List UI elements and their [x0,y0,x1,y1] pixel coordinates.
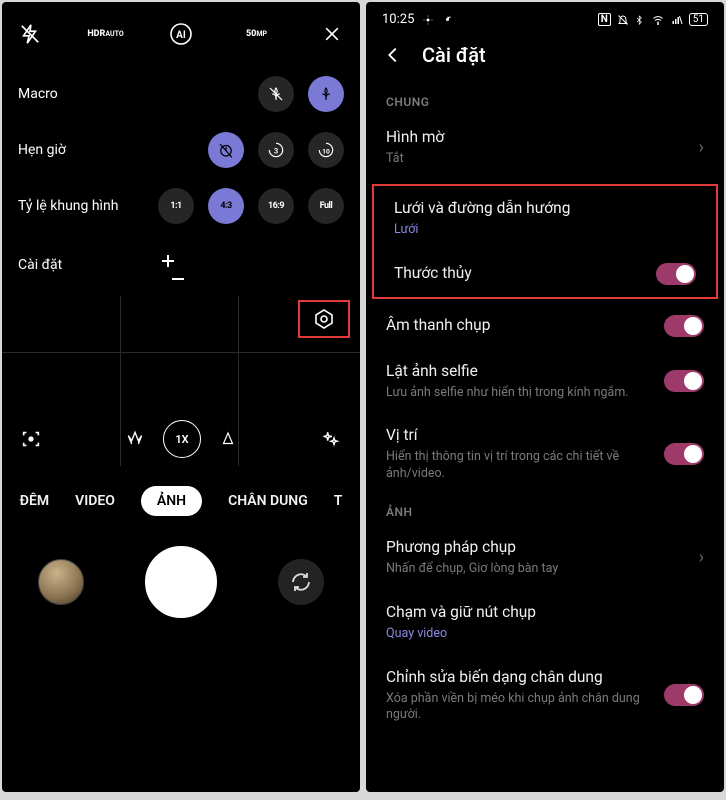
svg-text:AI: AI [176,30,186,41]
nfc-icon: N [598,13,611,26]
camera-top-toolbar: HDR AUTO AI 50 MP [2,2,360,66]
setting-mirror-sub: Lưu ảnh selfie như hiển thị trong kính n… [386,385,656,402]
bluetooth-icon [635,14,645,26]
svg-text:10: 10 [322,147,330,155]
setting-hold-shutter-sub: Quay video [386,626,696,643]
aspect-16-9-icon[interactable]: 16:9 [258,188,294,224]
setting-distortion-sub: Xóa phần viền bị méo khi chụp ảnh chân d… [386,691,656,725]
setting-capture-method-title: Phương pháp chụp [386,537,691,558]
setting-capture-method[interactable]: Phương pháp chụp Nhấn để chụp, Giơ lòng … [366,525,724,590]
zoom-tele-icon[interactable] [219,429,237,449]
ai-icon[interactable]: AI [167,20,195,48]
shutter-row [2,530,360,642]
toggle-distortion[interactable] [664,684,704,706]
gallery-thumbnail[interactable] [38,559,84,605]
wifi-icon [651,14,665,26]
flash-off-icon[interactable] [16,20,44,48]
zoom-1x-button[interactable]: 1X [163,420,201,458]
option-aspect-label: Tỷ lệ khung hình [18,198,158,214]
zoom-wide-icon[interactable] [125,429,145,449]
setting-grid[interactable]: Lưới và đường dẫn hướng Lưới [374,186,716,251]
settings-header: Cài đặt [366,33,724,85]
zoom-bar: 1X [2,420,360,458]
setting-level[interactable]: Thước thủy [374,251,716,297]
setting-shutter-sound[interactable]: Âm thanh chụp [366,303,724,349]
status-time: 10:25 [382,12,414,27]
camera-app-screen: HDR AUTO AI 50 MP Macro [2,2,360,792]
svg-text:3: 3 [274,146,278,155]
setting-watermark[interactable]: Hình mờ Tắt › [366,115,724,180]
setting-location-title: Vị trí [386,425,656,446]
camera-options-panel: Macro Hẹn giờ 3 10 [2,66,360,296]
timer-off-icon[interactable] [208,132,244,168]
macro-off-icon[interactable] [258,76,294,112]
setting-mirror-selfie[interactable]: Lật ảnh selfie Lưu ảnh selfie như hiển t… [366,349,724,414]
shutter-button[interactable] [145,546,217,618]
timer-10s-icon[interactable]: 10 [308,132,344,168]
chevron-right-icon: › [699,137,704,158]
switch-camera-button[interactable] [278,559,324,605]
google-lens-icon[interactable] [18,428,44,450]
option-settings: Cài đặt [2,234,360,296]
page-title: Cài đặt [422,43,486,67]
setting-location-sub: Hiển thị thông tin vị trí trong các chi … [386,449,656,483]
setting-distortion-title: Chỉnh sửa biến dạng chân dung [386,667,656,688]
battery-icon: 51 [689,13,708,26]
option-timer-label: Hẹn giờ [18,142,208,158]
toggle-level[interactable] [656,263,696,285]
setting-watermark-title: Hình mờ [386,127,691,148]
mute-icon [617,14,629,26]
focus-marker-icon [154,245,194,285]
setting-watermark-sub: Tắt [386,151,691,168]
mode-photo[interactable]: ẢNH [141,486,202,516]
close-icon[interactable] [318,20,346,48]
setting-grid-title: Lưới và đường dẫn hướng [394,198,688,219]
setting-distortion[interactable]: Chỉnh sửa biến dạng chân dung Xóa phần v… [366,655,724,737]
option-macro: Macro [2,66,360,122]
hdr-auto-icon[interactable]: HDR AUTO [92,20,120,48]
section-anh: ẢNH [366,495,724,525]
toggle-location[interactable] [664,443,704,465]
back-icon[interactable] [382,44,404,66]
setting-hold-shutter-title: Chạm và giữ nút chụp [386,602,696,623]
toggle-shutter-sound[interactable] [664,315,704,337]
mode-portrait[interactable]: CHÂN DUNG [228,493,308,509]
status-right: N 51 [598,13,708,26]
aspect-full-icon[interactable]: Full [308,188,344,224]
setting-capture-method-sub: Nhấn để chụp, Giơ lòng bàn tay [386,561,691,578]
signal-icon [671,14,683,26]
macro-on-icon[interactable] [308,76,344,112]
option-macro-label: Macro [18,86,258,102]
setting-hold-shutter[interactable]: Chạm và giữ nút chụp Quay video [366,590,724,655]
resolution-50mp-icon[interactable]: 50 MP [243,20,271,48]
setting-shutter-sound-title: Âm thanh chụp [386,315,656,336]
aspect-4-3-icon[interactable]: 4:3 [208,188,244,224]
gear-status-icon [422,14,434,26]
grid-level-highlight: Lưới và đường dẫn hướng Lưới Thước thủy [372,184,718,299]
settings-screen: 10:25 N 51 [366,2,724,792]
timer-3s-icon[interactable]: 3 [258,132,294,168]
setting-mirror-title: Lật ảnh selfie [386,361,656,382]
setting-level-title: Thước thủy [394,263,648,284]
mode-more[interactable]: T [334,493,343,509]
grid-line [2,352,360,353]
tiktok-status-icon [442,14,454,26]
section-chung: CHUNG [366,85,724,115]
mode-night[interactable]: ĐÊM [20,493,49,509]
aspect-1-1-icon[interactable]: 1:1 [158,188,194,224]
setting-location[interactable]: Vị trí Hiển thị thông tin vị trí trong c… [366,413,724,495]
mode-strip[interactable]: ĐÊM VIDEO ẢNH CHÂN DUNG T [2,466,360,530]
viewfinder[interactable]: 1X [2,296,360,466]
option-aspect: Tỷ lệ khung hình 1:1 4:3 16:9 Full [2,178,360,234]
filters-icon[interactable] [318,428,344,450]
mode-video[interactable]: VIDEO [75,493,115,509]
chevron-right-icon: › [699,547,704,568]
status-bar: 10:25 N 51 [366,2,724,33]
toggle-mirror-selfie[interactable] [664,370,704,392]
option-timer: Hẹn giờ 3 10 [2,122,360,178]
setting-grid-sub: Lưới [394,222,688,239]
